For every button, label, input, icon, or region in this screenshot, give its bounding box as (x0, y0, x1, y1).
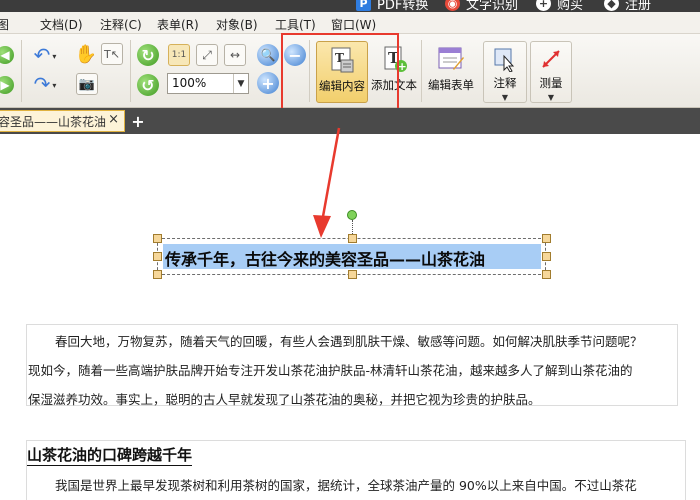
cart-icon: + (536, 0, 551, 11)
resize-handle-bottom-left[interactable] (153, 270, 162, 279)
edit-form-icon (436, 44, 466, 74)
menu-comment[interactable]: 注释(C) (100, 16, 142, 33)
document-tab[interactable]: 容圣品——山茶花油 × (0, 110, 125, 132)
register-icon: ◆ (604, 0, 619, 11)
fit-width-button[interactable]: ↔ (224, 44, 246, 66)
annotate-label: 注释 (493, 76, 517, 90)
register-label: 注册 (625, 0, 652, 12)
register-button[interactable]: ◆ 注册 (604, 0, 651, 12)
measure-label: 测量 (539, 76, 563, 90)
document-tab-bar: 容圣品——山茶花油 × + (0, 108, 700, 134)
measure-button[interactable]: 测量 ▼ (530, 41, 572, 103)
hand-icon: ✋ (74, 43, 98, 65)
pdf-editor-window: P PDF转换 ◉ 文字识别 + 购买 ◆ 注册 图 文档(D) 注释(C) 表… (0, 0, 700, 500)
paragraph-line: 保湿滋养功效。事实上，聪明的古人早就发现了山茶花油的奥秘，并把它视为珍贵的护肤品… (28, 392, 541, 407)
menu-document[interactable]: 文档(D) (40, 16, 83, 33)
resize-handle-top-left[interactable] (153, 234, 162, 243)
hand-tool-button[interactable]: ✋ (75, 42, 97, 66)
resize-handle-right[interactable] (542, 252, 551, 261)
highlight-frame (281, 33, 399, 116)
section-heading: 山茶花油的口碑跨越千年 (27, 446, 193, 466)
resize-handle-bottom-right[interactable] (542, 270, 551, 279)
menu-tools[interactable]: 工具(T) (275, 16, 316, 33)
selected-title-text[interactable]: 传承千年，古往今来的美容圣品——山茶花油 (165, 246, 485, 270)
undo-button[interactable]: ↶ ▾ (28, 43, 62, 67)
document-tab-title: 容圣品——山茶花油 (0, 114, 107, 129)
rotate-cw-icon: ↻ (137, 44, 159, 66)
prev-page-button[interactable]: ◀ (0, 44, 16, 66)
zoom-in-icon: + (257, 72, 279, 94)
rotate-clockwise-button[interactable]: ↻ (136, 43, 160, 67)
paragraph-line: 现如今，随着一些高端护肤品牌开始专注开发山茶花油护肤品-林清轩山茶花油，越来越多… (28, 363, 633, 378)
next-page-button[interactable]: ▶ (0, 74, 16, 96)
zoom-select[interactable]: 100% ▼ (167, 73, 249, 94)
resize-handle-left[interactable] (153, 252, 162, 261)
measure-chevron-down-icon: ▼ (547, 93, 555, 102)
fit-page-icon: ⤢ (196, 44, 218, 66)
rotate-ccw-icon: ↺ (137, 74, 159, 96)
zoom-in-button[interactable]: + (257, 72, 279, 94)
camera-icon: 📷 (76, 73, 98, 95)
ocr-button[interactable]: ◉ 文字识别 (445, 0, 518, 12)
ocr-label: 文字识别 (466, 0, 519, 12)
buy-button[interactable]: + 购买 (536, 0, 583, 12)
annotate-icon (490, 45, 520, 72)
undo-icon: ↶ (33, 43, 51, 67)
arrow-right-icon: ▶ (0, 76, 14, 94)
annotate-chevron-down-icon: ▼ (501, 93, 509, 102)
rotate-handle[interactable] (347, 210, 357, 220)
redo-icon: ↷ (33, 72, 51, 96)
paragraph-line: 春回大地，万物复苏，随着天气的回暖，有些人会遇到肌肤干燥、敏感等问题。如何解决肌… (55, 334, 643, 349)
ocr-icon: ◉ (445, 0, 460, 11)
select-tool-button[interactable]: T↖ (100, 42, 124, 66)
resize-handle-bottom[interactable] (348, 270, 357, 279)
pdf-convert-icon: P (356, 0, 371, 11)
pdf-convert-button[interactable]: P PDF转换 (356, 0, 428, 12)
actual-size-icon: 1:1 (168, 44, 190, 66)
paragraph-line: 我国是世界上最早发现茶树和利用茶树的国家，据统计，全球茶油产量的 90%以上来自… (55, 478, 637, 493)
resize-handle-top[interactable] (348, 234, 357, 243)
menu-view[interactable]: 图 (0, 16, 9, 33)
arrow-left-icon: ◀ (0, 46, 14, 64)
menu-object[interactable]: 对象(B) (216, 16, 258, 33)
magnifier-icon: 🔍 (257, 44, 279, 66)
edit-form-label: 编辑表单 (428, 78, 474, 92)
new-tab-button[interactable]: + (129, 112, 147, 131)
edit-form-button[interactable]: 编辑表单 (425, 41, 477, 103)
zoom-value: 100% (172, 76, 207, 90)
menu-form[interactable]: 表单(R) (157, 16, 199, 33)
resize-handle-top-right[interactable] (542, 234, 551, 243)
select-text-icon: T↖ (101, 43, 123, 65)
actual-size-button[interactable]: 1:1 (168, 44, 190, 66)
measure-icon (536, 45, 566, 72)
buy-label: 购买 (557, 0, 584, 12)
menu-bar: 图 文档(D) 注释(C) 表单(R) 对象(B) 工具(T) 窗口(W) (0, 12, 700, 34)
fit-width-icon: ↔ (224, 44, 246, 66)
zoom-tool-button[interactable]: 🔍 (257, 44, 279, 66)
annotate-button[interactable]: 注释 ▼ (483, 41, 527, 103)
rotate-counterclockwise-button[interactable]: ↺ (136, 73, 160, 97)
fit-page-button[interactable]: ⤢ (196, 44, 218, 66)
chevron-down-icon: ▼ (233, 74, 248, 93)
menu-window[interactable]: 窗口(W) (331, 16, 376, 33)
top-action-bar: P PDF转换 ◉ 文字识别 + 购买 ◆ 注册 (0, 0, 700, 12)
pdf-convert-label: PDF转换 (377, 0, 429, 12)
close-icon[interactable]: × (108, 112, 119, 127)
redo-button[interactable]: ↷ ▾ (28, 72, 62, 96)
snapshot-button[interactable]: 📷 (75, 72, 99, 96)
